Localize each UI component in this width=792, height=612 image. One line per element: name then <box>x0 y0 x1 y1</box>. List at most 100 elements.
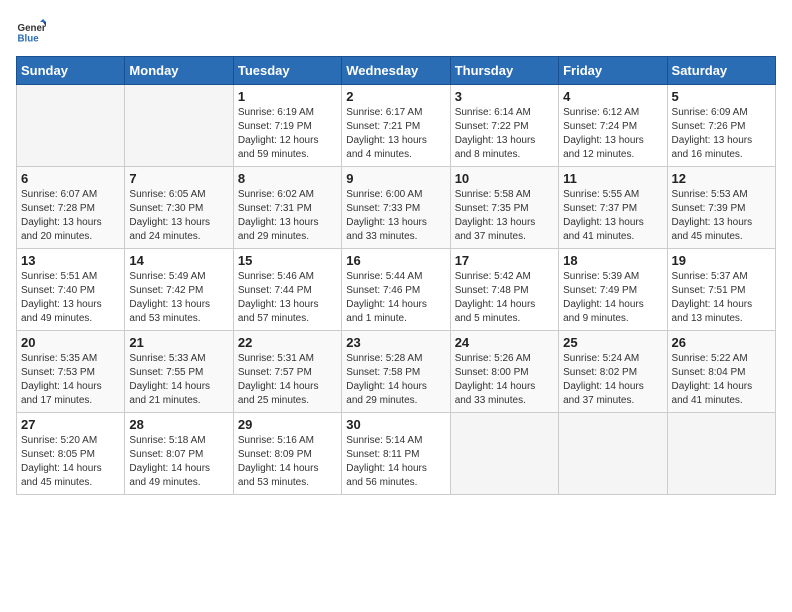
calendar-cell: 18Sunrise: 5:39 AM Sunset: 7:49 PM Dayli… <box>559 249 667 331</box>
day-number: 6 <box>21 171 120 186</box>
calendar-cell: 11 Sunrise: 5:55 AM Sunset: 7:37 PM Dayli… <box>559 167 667 249</box>
calendar-cell: 29 Sunrise: 5:16 AM Sunset: 8:09 PM Dayli… <box>233 413 341 495</box>
calendar-cell: 23 Sunrise: 5:28 AM Sunset: 7:58 PM Dayli… <box>342 331 450 413</box>
calendar-table: SundayMondayTuesdayWednesdayThursdayFrid… <box>16 56 776 495</box>
calendar-cell <box>450 413 558 495</box>
day-number: 16 <box>346 253 445 268</box>
day-info: Sunrise: 5:44 AM Sunset: 7:46 PM Dayligh… <box>346 270 445 326</box>
calendar-cell: 3Sunrise: 6:14 AM Sunset: 7:22 PM Daylig… <box>450 85 558 167</box>
day-info: Sunrise: 5:22 AM Sunset: 8:04 PM Dayligh… <box>672 352 771 408</box>
week-row-4: 20 Sunrise: 5:35 AM Sunset: 7:53 PM Dayli… <box>17 331 776 413</box>
col-header-sunday: Sunday <box>17 57 125 85</box>
day-number: 23 <box>346 335 445 350</box>
calendar-cell: 8Sunrise: 6:02 AM Sunset: 7:31 PM Daylig… <box>233 167 341 249</box>
day-number: 5 <box>672 89 771 104</box>
calendar-cell: 5 Sunrise: 6:09 AM Sunset: 7:26 PM Daylig… <box>667 85 775 167</box>
day-number: 21 <box>129 335 228 350</box>
day-info: Sunrise: 5:28 AM Sunset: 7:58 PM Dayligh… <box>346 352 445 408</box>
calendar-cell: 27 Sunrise: 5:20 AM Sunset: 8:05 PM Dayli… <box>17 413 125 495</box>
day-info: Sunrise: 5:26 AM Sunset: 8:00 PM Dayligh… <box>455 352 554 408</box>
day-info: Sunrise: 5:24 AM Sunset: 8:02 PM Dayligh… <box>563 352 662 408</box>
day-info: Sunrise: 6:07 AM Sunset: 7:28 PM Dayligh… <box>21 188 120 244</box>
svg-text:Blue: Blue <box>18 34 40 45</box>
day-number: 18 <box>563 253 662 268</box>
day-info: Sunrise: 6:00 AM Sunset: 7:33 PM Dayligh… <box>346 188 445 244</box>
calendar-cell: 17Sunrise: 5:42 AM Sunset: 7:48 PM Dayli… <box>450 249 558 331</box>
calendar-cell: 6 Sunrise: 6:07 AM Sunset: 7:28 PM Daylig… <box>17 167 125 249</box>
calendar-cell: 15Sunrise: 5:46 AM Sunset: 7:44 PM Dayli… <box>233 249 341 331</box>
calendar-cell: 9Sunrise: 6:00 AM Sunset: 7:33 PM Daylig… <box>342 167 450 249</box>
day-info: Sunrise: 6:17 AM Sunset: 7:21 PM Dayligh… <box>346 106 445 162</box>
calendar-cell: 12Sunrise: 5:53 AM Sunset: 7:39 PM Dayli… <box>667 167 775 249</box>
calendar-cell <box>17 85 125 167</box>
day-info: Sunrise: 5:31 AM Sunset: 7:57 PM Dayligh… <box>238 352 337 408</box>
day-info: Sunrise: 6:09 AM Sunset: 7:26 PM Dayligh… <box>672 106 771 162</box>
logo: General Blue <box>16 16 46 46</box>
day-number: 12 <box>672 171 771 186</box>
header: General Blue <box>16 16 776 46</box>
calendar-cell: 13 Sunrise: 5:51 AM Sunset: 7:40 PM Dayli… <box>17 249 125 331</box>
logo-icon: General Blue <box>16 16 46 46</box>
day-info: Sunrise: 5:42 AM Sunset: 7:48 PM Dayligh… <box>455 270 554 326</box>
calendar-cell: 4Sunrise: 6:12 AM Sunset: 7:24 PM Daylig… <box>559 85 667 167</box>
calendar-cell: 16 Sunrise: 5:44 AM Sunset: 7:46 PM Dayli… <box>342 249 450 331</box>
day-info: Sunrise: 6:14 AM Sunset: 7:22 PM Dayligh… <box>455 106 554 162</box>
calendar-cell: 22 Sunrise: 5:31 AM Sunset: 7:57 PM Dayli… <box>233 331 341 413</box>
calendar-cell: 21 Sunrise: 5:33 AM Sunset: 7:55 PM Dayli… <box>125 331 233 413</box>
calendar-cell: 20 Sunrise: 5:35 AM Sunset: 7:53 PM Dayli… <box>17 331 125 413</box>
day-info: Sunrise: 5:49 AM Sunset: 7:42 PM Dayligh… <box>129 270 228 326</box>
day-info: Sunrise: 5:18 AM Sunset: 8:07 PM Dayligh… <box>129 434 228 490</box>
day-info: Sunrise: 6:05 AM Sunset: 7:30 PM Dayligh… <box>129 188 228 244</box>
day-number: 2 <box>346 89 445 104</box>
day-number: 19 <box>672 253 771 268</box>
calendar-cell: 1 Sunrise: 6:19 AM Sunset: 7:19 PM Daylig… <box>233 85 341 167</box>
day-info: Sunrise: 6:02 AM Sunset: 7:31 PM Dayligh… <box>238 188 337 244</box>
calendar-cell: 2 Sunrise: 6:17 AM Sunset: 7:21 PM Daylig… <box>342 85 450 167</box>
col-header-saturday: Saturday <box>667 57 775 85</box>
calendar-cell: 7 Sunrise: 6:05 AM Sunset: 7:30 PM Daylig… <box>125 167 233 249</box>
day-number: 29 <box>238 417 337 432</box>
day-number: 26 <box>672 335 771 350</box>
col-header-tuesday: Tuesday <box>233 57 341 85</box>
week-row-5: 27 Sunrise: 5:20 AM Sunset: 8:05 PM Dayli… <box>17 413 776 495</box>
day-info: Sunrise: 5:46 AM Sunset: 7:44 PM Dayligh… <box>238 270 337 326</box>
day-info: Sunrise: 5:14 AM Sunset: 8:11 PM Dayligh… <box>346 434 445 490</box>
week-row-1: 1 Sunrise: 6:19 AM Sunset: 7:19 PM Daylig… <box>17 85 776 167</box>
calendar-cell <box>559 413 667 495</box>
day-info: Sunrise: 5:58 AM Sunset: 7:35 PM Dayligh… <box>455 188 554 244</box>
day-info: Sunrise: 5:33 AM Sunset: 7:55 PM Dayligh… <box>129 352 228 408</box>
day-info: Sunrise: 5:37 AM Sunset: 7:51 PM Dayligh… <box>672 270 771 326</box>
week-row-3: 13 Sunrise: 5:51 AM Sunset: 7:40 PM Dayli… <box>17 249 776 331</box>
day-info: Sunrise: 5:55 AM Sunset: 7:37 PM Dayligh… <box>563 188 662 244</box>
calendar-cell: 24 Sunrise: 5:26 AM Sunset: 8:00 PM Dayli… <box>450 331 558 413</box>
calendar-cell <box>125 85 233 167</box>
header-row: SundayMondayTuesdayWednesdayThursdayFrid… <box>17 57 776 85</box>
day-number: 30 <box>346 417 445 432</box>
day-number: 14 <box>129 253 228 268</box>
day-number: 24 <box>455 335 554 350</box>
day-info: Sunrise: 5:35 AM Sunset: 7:53 PM Dayligh… <box>21 352 120 408</box>
day-number: 13 <box>21 253 120 268</box>
day-number: 7 <box>129 171 228 186</box>
col-header-wednesday: Wednesday <box>342 57 450 85</box>
day-number: 11 <box>563 171 662 186</box>
day-number: 22 <box>238 335 337 350</box>
day-number: 28 <box>129 417 228 432</box>
col-header-friday: Friday <box>559 57 667 85</box>
calendar-cell: 26 Sunrise: 5:22 AM Sunset: 8:04 PM Dayli… <box>667 331 775 413</box>
calendar-cell <box>667 413 775 495</box>
calendar-cell: 30 Sunrise: 5:14 AM Sunset: 8:11 PM Dayli… <box>342 413 450 495</box>
day-info: Sunrise: 6:19 AM Sunset: 7:19 PM Dayligh… <box>238 106 337 162</box>
day-number: 20 <box>21 335 120 350</box>
day-info: Sunrise: 5:16 AM Sunset: 8:09 PM Dayligh… <box>238 434 337 490</box>
day-info: Sunrise: 5:51 AM Sunset: 7:40 PM Dayligh… <box>21 270 120 326</box>
day-number: 1 <box>238 89 337 104</box>
calendar-cell: 25 Sunrise: 5:24 AM Sunset: 8:02 PM Dayli… <box>559 331 667 413</box>
day-number: 10 <box>455 171 554 186</box>
day-info: Sunrise: 5:20 AM Sunset: 8:05 PM Dayligh… <box>21 434 120 490</box>
day-number: 27 <box>21 417 120 432</box>
calendar-cell: 19 Sunrise: 5:37 AM Sunset: 7:51 PM Dayli… <box>667 249 775 331</box>
day-number: 4 <box>563 89 662 104</box>
day-number: 25 <box>563 335 662 350</box>
svg-text:General: General <box>18 23 47 34</box>
